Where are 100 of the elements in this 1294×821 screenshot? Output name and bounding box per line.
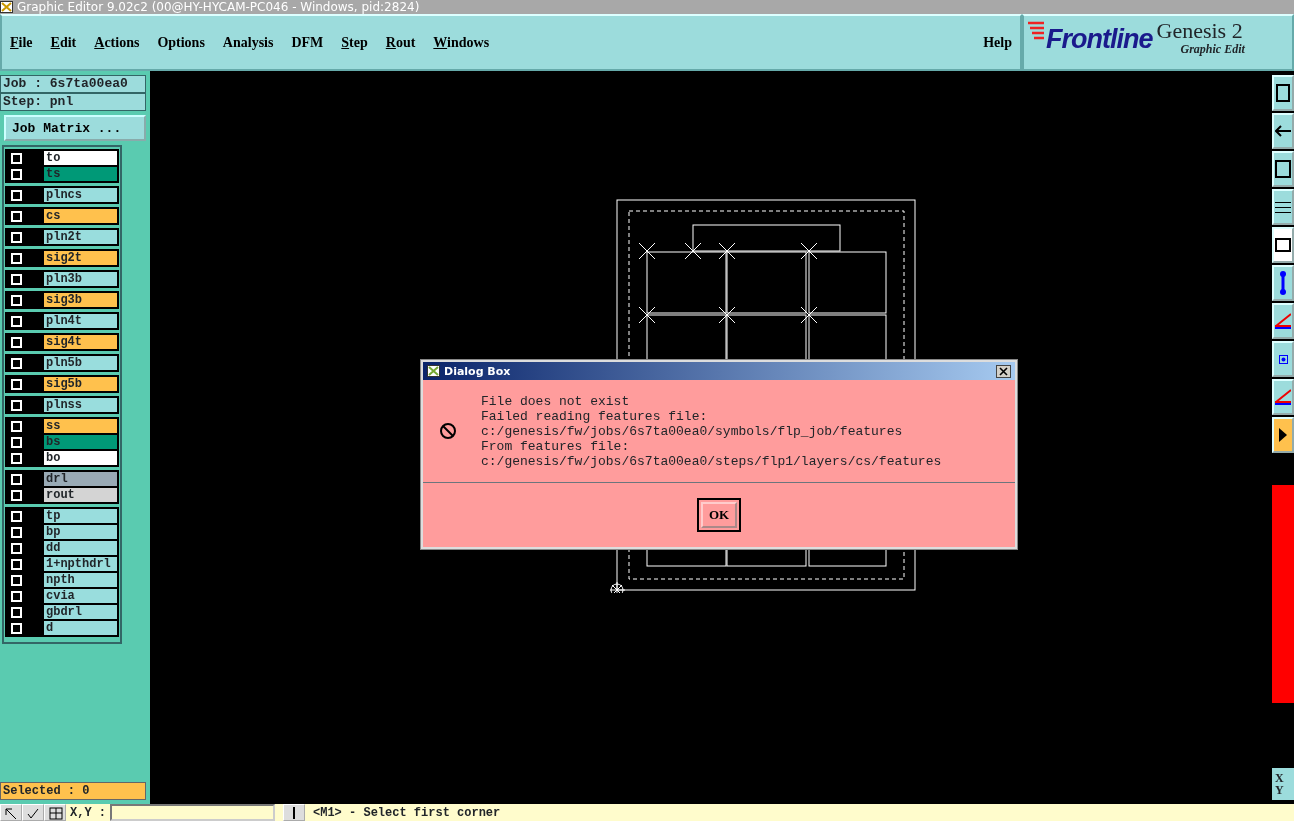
menu-item[interactable]: Step [341,34,368,51]
layer-name[interactable]: cvia [44,589,117,603]
layer-name[interactable]: tp [44,509,117,523]
square-icon [1275,160,1291,178]
menu-item[interactable]: Options [157,34,205,51]
layer-checkbox[interactable] [11,526,22,538]
coordinates-field[interactable] [110,804,275,821]
layer-checkbox[interactable] [11,606,22,618]
layer-checkbox[interactable] [11,489,22,501]
layer-checkbox[interactable] [11,452,22,464]
layer-name[interactable]: plnss [44,398,117,412]
layer-checkbox[interactable] [11,542,22,554]
square-icon [1275,238,1291,252]
layer-checkbox[interactable] [11,152,22,164]
layer-name[interactable]: sig5b [44,377,117,391]
dot-icon [1278,354,1288,364]
layer-checkbox[interactable] [11,168,22,180]
layer-checkbox[interactable] [11,252,22,264]
tool-button[interactable] [1272,227,1294,263]
logo-text: Frontline [1046,24,1153,55]
job-matrix-button[interactable]: Job Matrix ... [4,115,146,141]
tool-button[interactable] [1272,379,1294,415]
layer-checkbox[interactable] [11,473,22,485]
speed-lines-icon [1028,20,1046,42]
layer-checkbox[interactable] [11,558,22,570]
app-icon [427,365,440,377]
layer-checkbox[interactable] [11,336,22,348]
layer-name[interactable]: ts [44,167,117,181]
tool-button[interactable] [1272,75,1294,111]
layer-name[interactable]: rout [44,488,117,502]
tool-button[interactable] [1272,113,1294,149]
window-title: Graphic Editor 9.02c2 (00@HY-HYCAM-PC046 - Windows, pid:2824) [17,0,420,14]
menu-item[interactable]: DFM [291,34,324,51]
layer-name[interactable]: npth [44,573,117,587]
ok-button[interactable]: OK [696,498,742,532]
layer-name[interactable]: bo [44,451,117,465]
layer-checkbox[interactable] [11,357,22,369]
layer-checkbox[interactable] [11,574,22,586]
job-label: Job : 6s7ta00ea0 [0,75,146,93]
toolbar-button[interactable] [0,804,22,821]
layer-name[interactable]: d [44,621,117,635]
layer-name[interactable]: pln2t [44,230,117,244]
layer-name[interactable]: sig2t [44,251,117,265]
menu-item[interactable]: Analysis [222,34,274,51]
layer-name[interactable]: pln4t [44,314,117,328]
menu-item[interactable]: Rout [385,34,416,51]
layer-checkbox[interactable] [11,622,22,634]
product-title: Genesis 2 [1156,20,1244,42]
menu-item[interactable]: Actions [94,34,140,51]
layer-name[interactable]: sig4t [44,335,117,349]
layer-name[interactable]: 1+npthdrl [44,557,117,571]
layer-name[interactable]: ss [44,419,117,433]
tool-button[interactable] [1272,265,1294,301]
toolbar-button[interactable] [22,804,44,821]
dialog-title: Dialog Box [444,364,511,378]
toolbar-button[interactable] [283,804,305,821]
layer-checkbox[interactable] [11,399,22,411]
help-menu[interactable]: Help [983,34,1012,51]
prohibited-icon [439,422,457,440]
coordinates-label: X,Y : [70,805,106,820]
layer-name[interactable]: sig3b [44,293,117,307]
layer-name[interactable]: to [44,151,117,165]
tool-button[interactable] [1272,417,1294,453]
layer-name[interactable]: drl [44,472,117,486]
layer-name[interactable]: plncs [44,188,117,202]
menu-item[interactable]: Windows [433,34,490,51]
layer-name[interactable]: cs [44,209,117,223]
layer-checkbox[interactable] [11,294,22,306]
close-icon[interactable] [996,364,1011,378]
tool-button[interactable] [1272,151,1294,187]
layer-name[interactable]: bp [44,525,117,539]
layer-checkbox[interactable] [11,420,22,432]
message-line: Failed reading features file: [481,408,709,424]
grid-icon [46,805,64,820]
layer-checkbox[interactable] [11,510,22,522]
layer-name[interactable]: gbdrl [44,605,117,619]
selection-count: Selected : 0 [0,782,146,800]
layer-checkbox[interactable] [11,436,22,448]
layer-name[interactable]: pln3b [44,272,117,286]
tool-button[interactable] [1272,189,1294,225]
layer-name[interactable]: pln5b [44,356,117,370]
layer-checkbox[interactable] [11,231,22,243]
message-line: c:/genesis/fw/jobs/6s7ta00ea0/symbols/flp_job/features [481,423,904,439]
layer-checkbox[interactable] [11,273,22,285]
layer-checkbox[interactable] [11,378,22,390]
layer-checkbox[interactable] [11,189,22,201]
pointer-icon [1279,428,1287,442]
layer-checkbox[interactable] [11,315,22,327]
message-line: File does not exist [481,393,631,409]
status-prompt: <M1> - Select first corner [313,805,501,820]
tool-button[interactable] [1272,341,1294,377]
arrow-icon [1275,125,1291,137]
menu-item[interactable]: File [10,34,33,51]
layer-name[interactable]: dd [44,541,117,555]
layer-name[interactable]: bs [44,435,117,449]
menu-item[interactable]: Edit [50,34,77,51]
tool-button[interactable] [1272,303,1294,339]
layer-checkbox[interactable] [11,210,22,222]
layer-checkbox[interactable] [11,590,22,602]
toolbar-button[interactable] [44,804,66,821]
